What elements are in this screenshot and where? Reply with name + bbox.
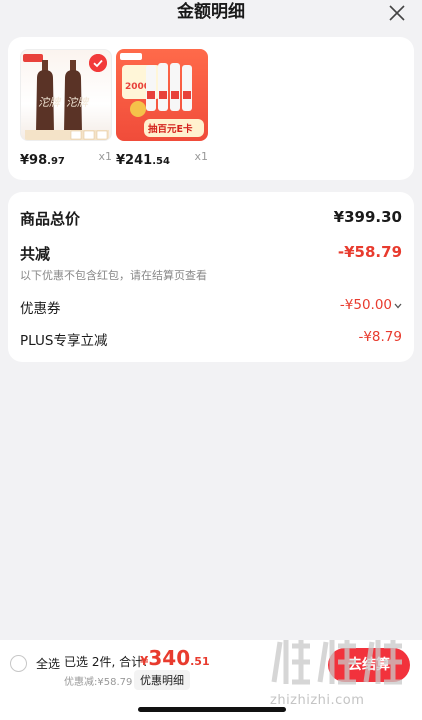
watermark-text: zhizhizhi.com	[270, 693, 365, 708]
select-all-radio[interactable]	[10, 655, 27, 672]
promo-banner-image: 2000 抽百元E卡	[120, 53, 204, 137]
close-icon[interactable]	[386, 2, 408, 24]
product-price: ¥98	[20, 153, 48, 168]
header: 金额明细	[0, 0, 422, 28]
product-price-line: ¥98.97 x1	[20, 149, 112, 168]
product-price: ¥241	[116, 153, 153, 168]
total-value: ¥399.30	[333, 208, 402, 226]
product-qty: x1	[194, 150, 208, 163]
product-item[interactable]: 沱牌 沱牌 ¥98.97 x1	[20, 49, 112, 168]
plus-label: PLUS专享立减	[20, 333, 108, 349]
reduce-note: 以下优惠不包含红包，请在结算页查看	[20, 269, 207, 282]
total-int: 340	[148, 646, 191, 670]
reduce-label: 共减	[20, 245, 51, 263]
product-qty: x1	[98, 150, 112, 163]
plus-value: -¥8.79	[358, 329, 402, 345]
promo-banner-text: 抽百元E卡	[148, 123, 193, 135]
total-price: ¥340.51	[140, 646, 210, 670]
chevron-down-icon[interactable]	[394, 303, 402, 309]
product-image[interactable]: 沱牌 沱牌	[20, 49, 112, 141]
discount-text: 优惠减:¥58.79	[64, 677, 133, 688]
product-price-line: ¥241.54 x1	[116, 149, 208, 168]
selected-count: 已选 2件, 合计:	[64, 655, 148, 669]
coupon-label: 优惠券	[20, 301, 61, 317]
selected-check-icon	[89, 54, 107, 72]
price-summary-card: 商品总价 ¥399.30 共减 -¥58.79 以下优惠不包含红包，请在结算页查…	[8, 192, 414, 362]
product-image[interactable]: 2000 抽百元E卡	[116, 49, 208, 141]
reduce-value: -¥58.79	[337, 243, 402, 261]
bottle-label-1: 沱牌	[38, 96, 62, 109]
total-label: 商品总价	[20, 210, 81, 228]
home-indicator	[138, 707, 286, 712]
products-card: 沱牌 沱牌 ¥98.97 x1 2000 抽百元E卡 ¥241.54 x1	[8, 37, 414, 180]
coupon-value: -¥50.00	[339, 297, 392, 313]
bottle-label-2: 沱牌	[66, 96, 90, 109]
page-title: 金额明细	[177, 2, 245, 22]
product-item[interactable]: 2000 抽百元E卡 ¥241.54 x1	[116, 49, 208, 168]
discount-detail-link[interactable]: 优惠明细	[134, 670, 190, 690]
product-price-decimal: .97	[47, 156, 65, 167]
total-dec: .51	[190, 655, 210, 668]
product-price-decimal: .54	[152, 156, 170, 167]
select-all-label[interactable]: 全选	[36, 655, 60, 672]
checkout-button[interactable]: 去结算	[328, 648, 410, 682]
